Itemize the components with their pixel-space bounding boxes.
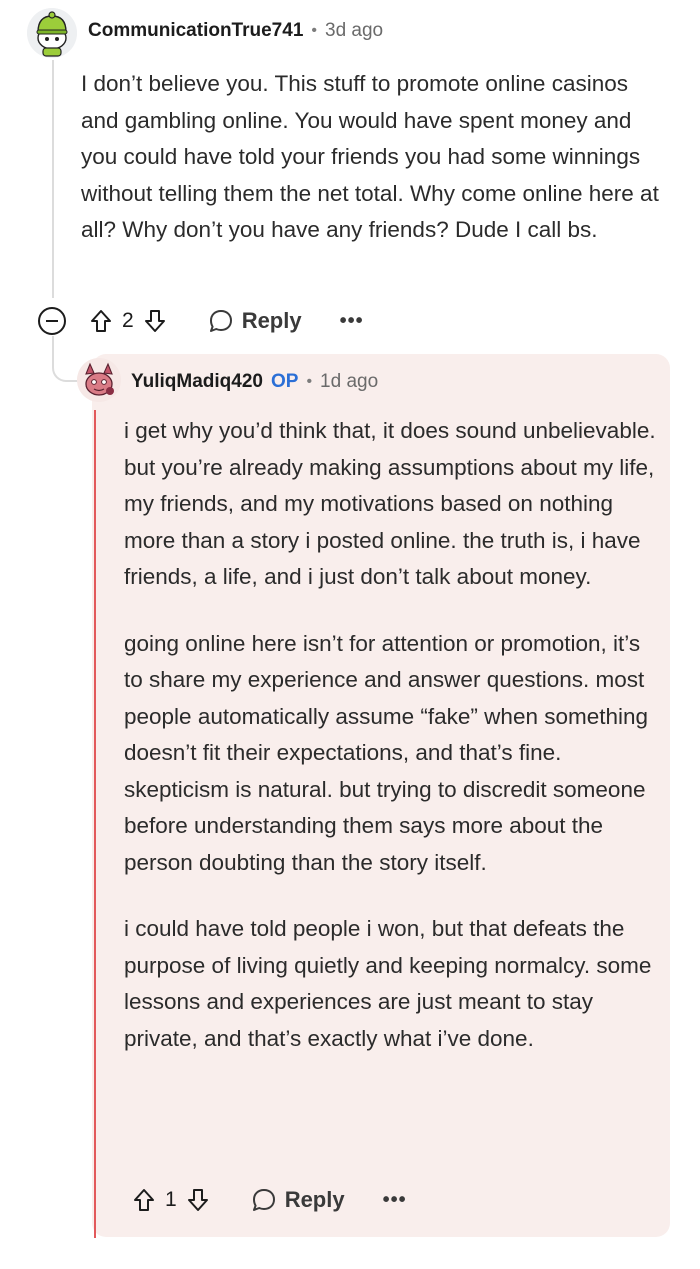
speech-bubble-icon: [209, 310, 232, 332]
username[interactable]: CommunicationTrue741: [88, 20, 303, 42]
vote-group: 1: [133, 1188, 209, 1212]
thread-line: [52, 60, 54, 298]
comment-body: i get why you’d think that, it does soun…: [124, 413, 664, 1087]
comment-paragraph: i get why you’d think that, it does soun…: [124, 418, 656, 589]
thread-connector: [52, 336, 78, 382]
snoo-avatar-icon: [27, 8, 77, 58]
comment-paragraph: i could have told people i won, but that…: [124, 916, 652, 1051]
meta-separator: •: [311, 22, 317, 39]
reply-label: Reply: [284, 1187, 345, 1212]
speech-bubble-icon: [252, 1189, 275, 1211]
reply-button[interactable]: Reply: [208, 308, 302, 334]
downvote-icon[interactable]: [144, 309, 166, 333]
comment-paragraph: going online here isn’t for attention or…: [124, 630, 649, 875]
meta-separator: •: [306, 373, 313, 390]
timestamp[interactable]: 3d ago: [325, 20, 383, 42]
vote-count: 2: [122, 309, 134, 332]
timestamp[interactable]: 1d ago: [320, 371, 378, 393]
minus-circle-icon: [46, 320, 58, 322]
reply-button[interactable]: Reply: [251, 1187, 345, 1213]
comment-body: I don’t believe you. This stuff to promo…: [81, 71, 659, 242]
comment-actions: 2 Reply •••: [38, 303, 364, 339]
comment-actions: 1 Reply •••: [133, 1182, 407, 1218]
more-options-button[interactable]: •••: [340, 310, 364, 333]
snoo-avatar-icon: [77, 358, 121, 402]
vote-group: 2: [90, 309, 166, 333]
comment-meta: CommunicationTrue741 • 3d ago: [88, 20, 383, 42]
more-options-button[interactable]: •••: [383, 1189, 407, 1212]
upvote-icon[interactable]: [133, 1188, 155, 1212]
op-thread-line: [94, 410, 96, 1238]
avatar[interactable]: [77, 358, 121, 402]
vote-count: 1: [165, 1188, 177, 1211]
upvote-icon[interactable]: [90, 309, 112, 333]
reply-label: Reply: [241, 308, 302, 333]
avatar[interactable]: [27, 8, 77, 58]
downvote-icon[interactable]: [187, 1188, 209, 1212]
username[interactable]: YuliqMadiq420: [131, 371, 263, 393]
comment-meta: YuliqMadiq420 OP • 1d ago: [131, 371, 378, 393]
op-badge: OP: [270, 371, 299, 392]
collapse-thread-button[interactable]: [38, 307, 66, 335]
